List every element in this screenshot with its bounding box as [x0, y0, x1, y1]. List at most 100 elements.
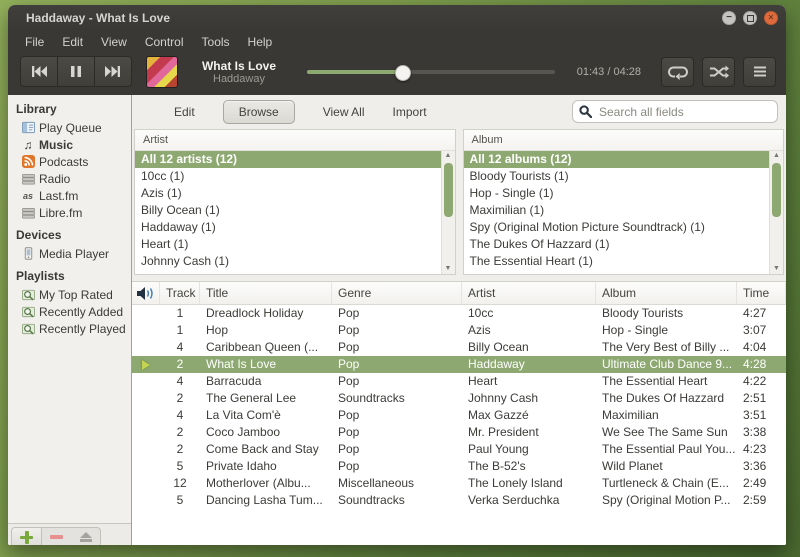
sidebar-item-podcasts[interactable]: Podcasts — [8, 153, 131, 170]
browser-panes: Artist All 12 artists (12) 10cc (1) Azis (… — [132, 128, 786, 281]
smart-playlist-icon — [21, 288, 35, 302]
column-header-album[interactable]: Album — [596, 282, 737, 304]
maximize-button[interactable] — [743, 11, 757, 25]
scrollbar-thumb[interactable] — [772, 163, 781, 218]
sidebar-item-recently-played[interactable]: Recently Played — [8, 320, 131, 337]
artist-item[interactable]: Heart (1) — [135, 236, 442, 253]
menu-tools[interactable]: Tools — [193, 33, 239, 51]
artist-item[interactable]: 10cc (1) — [135, 168, 442, 185]
add-button[interactable] — [12, 527, 42, 545]
album-item[interactable]: Bloody Tourists (1) — [464, 168, 771, 185]
minimize-button[interactable]: − — [722, 11, 736, 25]
sidebar-item-radio[interactable]: Radio — [8, 170, 131, 187]
track-row[interactable]: 2 The General Lee Soundtracks Johnny Cash Th… — [132, 390, 786, 407]
now-playing-title: What Is Love — [201, 58, 276, 73]
menu-control[interactable]: Control — [136, 33, 193, 51]
track-row[interactable]: 12 Motherlover (Albu... Miscellaneous The L… — [132, 475, 786, 492]
album-scrollbar[interactable]: ▲ ▼ — [769, 151, 783, 274]
track-row[interactable]: 1 Dreadlock Holiday Pop 10cc Bloody Tourists… — [132, 305, 786, 322]
cell-track: 4 — [176, 374, 184, 388]
track-row[interactable]: 2 Coco Jamboo Pop Mr. President We See The S… — [132, 424, 786, 441]
artist-item[interactable]: All 12 artists (12) — [135, 151, 442, 168]
sidebar-item-my-top-rated[interactable]: My Top Rated — [8, 286, 131, 303]
artist-item[interactable]: Billy Ocean (1) — [135, 202, 442, 219]
close-button[interactable]: ✕ — [764, 11, 778, 25]
album-item[interactable]: All 12 albums (12) — [463, 151, 770, 168]
stack-icon — [21, 206, 35, 220]
menu-edit[interactable]: Edit — [53, 33, 92, 51]
artist-item[interactable]: Haddaway (1) — [135, 219, 442, 236]
sidebar-item-media-player[interactable]: Media Player — [8, 245, 131, 262]
scrollbar-thumb[interactable] — [443, 163, 453, 218]
column-header-title[interactable]: Title — [200, 282, 332, 304]
cell-time: 4:04 — [743, 340, 767, 354]
eject-button[interactable] — [71, 528, 100, 546]
column-header-track[interactable]: Track — [160, 282, 200, 304]
sidebar-item-play-queue[interactable]: Play Queue — [8, 119, 131, 136]
column-header-time[interactable]: Time — [737, 282, 786, 304]
cell-track: 2 — [176, 357, 184, 371]
track-row[interactable]: 4 Barracuda Pop Heart The Essential Heart 4:2… — [132, 373, 786, 390]
album-item[interactable]: Maximilian (1) — [464, 202, 771, 219]
titlebar[interactable]: Haddaway - What Is Love − ✕ — [8, 5, 786, 31]
scroll-up-icon[interactable]: ▲ — [770, 151, 783, 161]
cell-album: The Very Best of Billy ... — [602, 340, 730, 354]
artist-pane-header[interactable]: Artist — [135, 130, 455, 151]
album-item[interactable]: Hop - Single (1) — [464, 185, 771, 202]
repeat-button[interactable] — [661, 56, 694, 87]
next-button[interactable] — [95, 57, 131, 86]
tab-browse[interactable]: Browse — [222, 99, 295, 124]
speaker-icon[interactable] — [132, 282, 160, 304]
track-row[interactable]: 4 La Vita Com'è Pop Max Gazzé Maximilian 3:51 — [132, 407, 786, 424]
sidebar-item-last-fm[interactable]: as Last.fm — [8, 187, 131, 204]
track-row[interactable]: 4 Caribbean Queen (... Pop Billy Ocean The V… — [132, 339, 786, 356]
app-window: Haddaway - What Is Love − ✕ File Edit View C… — [8, 5, 786, 545]
column-header-artist[interactable]: Artist — [462, 282, 596, 304]
tab-import[interactable]: Import — [393, 105, 427, 119]
lastfm-icon: as — [22, 190, 33, 201]
pause-button[interactable] — [58, 57, 95, 86]
track-row[interactable]: 2 What Is Love Pop Haddaway Ultimate Club Da… — [132, 356, 786, 373]
track-row[interactable]: 1 Hop Pop Azis Hop - Single 3:07 — [132, 322, 786, 339]
album-pane-header[interactable]: Album — [463, 130, 783, 151]
scroll-up-icon[interactable]: ▲ — [442, 151, 455, 161]
track-row[interactable]: 2 Come Back and Stay Pop Paul Young The Esse… — [132, 441, 786, 458]
album-item[interactable]: The Dukes Of Hazzard (1) — [464, 236, 771, 253]
tab-edit[interactable]: Edit — [174, 105, 195, 119]
shuffle-button[interactable] — [702, 56, 735, 87]
seek-slider[interactable] — [307, 64, 555, 81]
cell-artist: Johnny Cash — [468, 391, 539, 405]
scroll-down-icon[interactable]: ▼ — [770, 264, 783, 274]
search-input[interactable] — [597, 103, 771, 120]
cell-track: 12 — [173, 476, 187, 490]
artist-scrollbar[interactable]: ▲ ▼ — [440, 151, 455, 274]
track-row[interactable]: 5 Dancing Lasha Tum... Soundtracks Verka Se… — [132, 492, 786, 509]
play-queue-icon — [21, 121, 35, 135]
column-header-genre[interactable]: Genre — [332, 282, 462, 304]
menu-help[interactable]: Help — [239, 33, 282, 51]
album-pane: Album All 12 albums (12) Bloody Tourists … — [462, 129, 784, 275]
album-item[interactable]: The Essential Heart (1) — [464, 253, 771, 270]
sidebar-item-libre-fm[interactable]: Libre.fm — [8, 204, 131, 221]
sidebar-item-recently-added[interactable]: Recently Added — [8, 303, 131, 320]
sidebar-item-music[interactable]: ♫ Music — [8, 136, 131, 153]
menu-file[interactable]: File — [16, 33, 53, 51]
remove-button[interactable] — [42, 528, 71, 546]
menu-view[interactable]: View — [92, 33, 136, 51]
content-area: Edit Browse View All Import Artist All 12 a… — [132, 95, 786, 545]
artist-item[interactable]: Azis (1) — [135, 185, 442, 202]
cell-title: Dancing Lasha Tum... — [206, 493, 323, 507]
scroll-down-icon[interactable]: ▼ — [442, 264, 455, 274]
previous-button[interactable] — [21, 57, 58, 86]
sidebar-item-label: Recently Added — [39, 304, 124, 319]
sidebar-item-label: Libre.fm — [39, 205, 83, 220]
row-indicator — [132, 441, 160, 458]
seek-handle[interactable] — [395, 64, 412, 81]
cell-album: Wild Planet — [602, 459, 663, 473]
tab-view-all[interactable]: View All — [323, 105, 365, 119]
artist-item[interactable]: Johnny Cash (1) — [135, 253, 442, 270]
album-item[interactable]: Spy (Original Motion Picture Soundtrack)… — [464, 219, 771, 236]
menu-button[interactable] — [743, 56, 776, 87]
track-row[interactable]: 5 Private Idaho Pop The B-52's Wild Planet 3:… — [132, 458, 786, 475]
search-box[interactable] — [572, 100, 778, 123]
